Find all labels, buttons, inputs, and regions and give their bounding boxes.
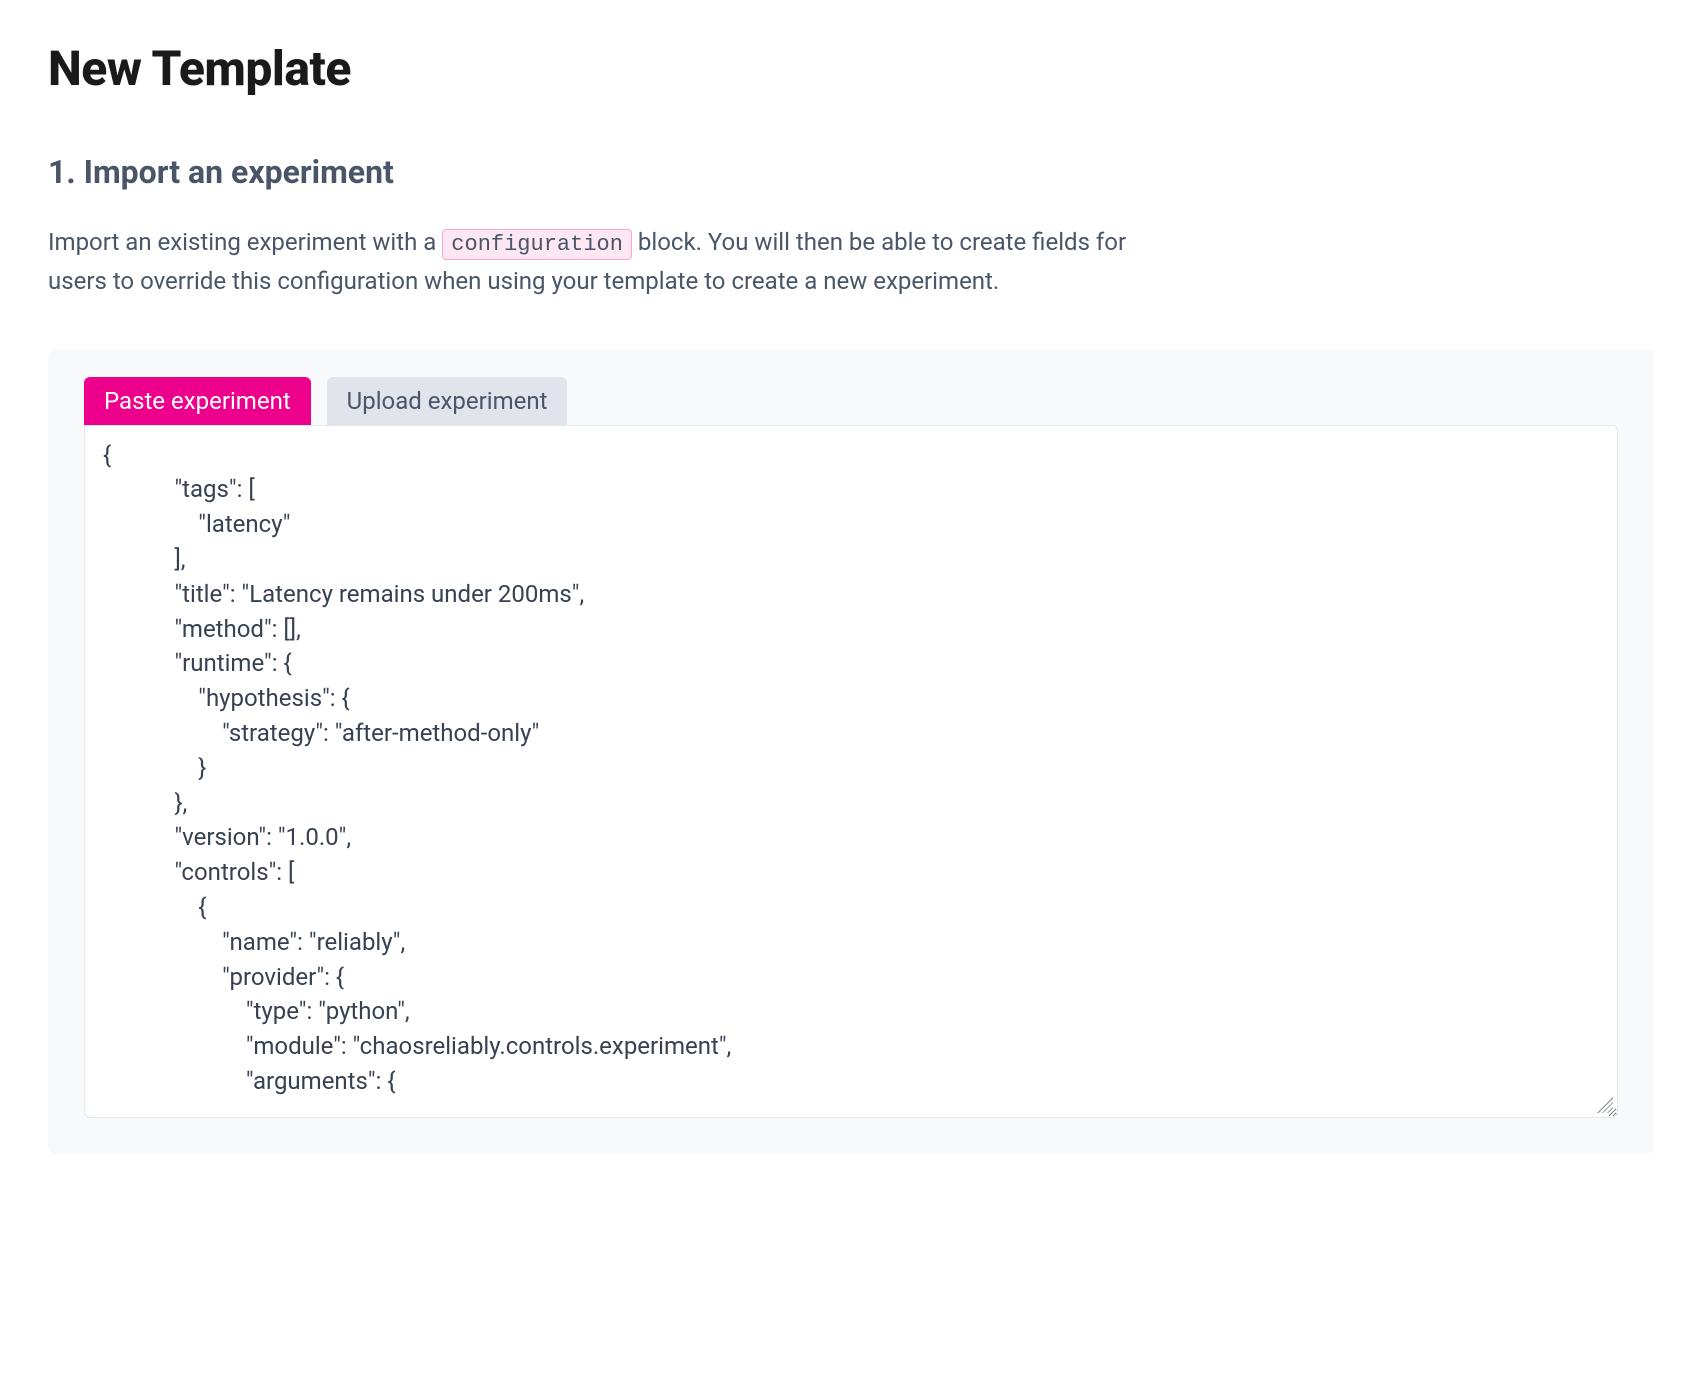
tab-paste-experiment[interactable]: Paste experiment: [84, 377, 311, 425]
description-text-before: Import an existing experiment with a: [48, 228, 442, 256]
tabs-container: Paste experiment Upload experiment: [84, 377, 1618, 425]
section-title: 1. Import an experiment: [48, 153, 1654, 191]
experiment-code-editor[interactable]: { "tags": [ "latency" ], "title": "Laten…: [84, 425, 1618, 1118]
tab-upload-experiment[interactable]: Upload experiment: [327, 377, 568, 425]
configuration-code-pill: configuration: [442, 229, 632, 260]
page-title: New Template: [48, 40, 1654, 97]
section-description: Import an existing experiment with a con…: [48, 223, 1148, 301]
resize-handle-icon[interactable]: [1597, 1097, 1613, 1113]
import-panel: Paste experiment Upload experiment { "ta…: [48, 349, 1654, 1154]
